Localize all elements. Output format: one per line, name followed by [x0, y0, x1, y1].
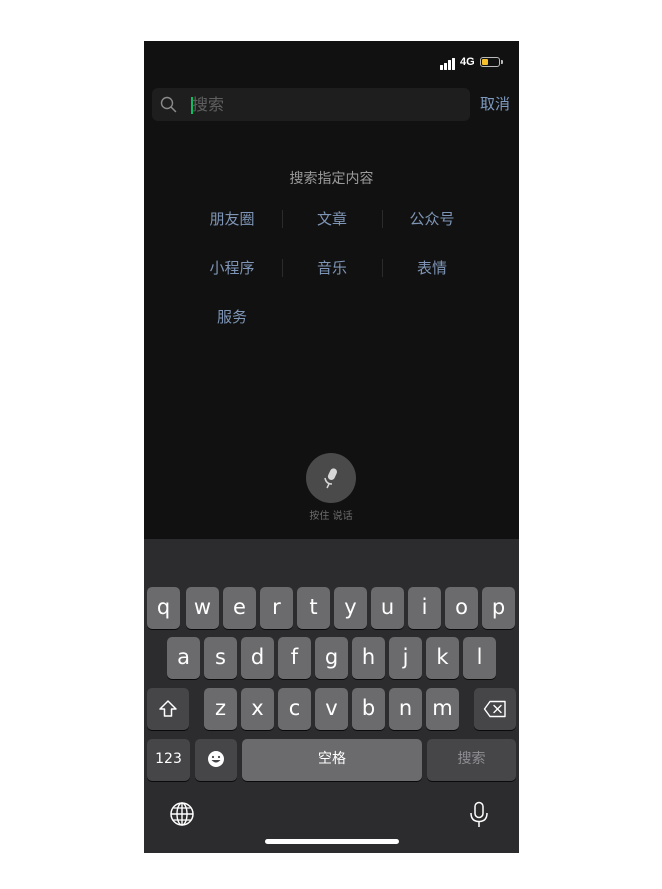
network-type: 4G	[460, 56, 475, 68]
key-e[interactable]: e	[223, 587, 256, 629]
search-scope-heading: 搜索指定内容	[289, 171, 374, 187]
space-key[interactable]: 空格	[242, 739, 422, 781]
key-o[interactable]: o	[445, 587, 478, 629]
scope-articles[interactable]: 文章	[282, 207, 382, 231]
shift-key[interactable]	[147, 688, 189, 730]
scope-official-accounts[interactable]: 公众号	[382, 207, 482, 231]
emoji-key[interactable]	[195, 739, 237, 781]
key-k[interactable]: k	[426, 637, 459, 679]
scope-services[interactable]: 服务	[182, 305, 282, 329]
key-i[interactable]: i	[408, 587, 441, 629]
key-x[interactable]: x	[241, 688, 274, 730]
key-d[interactable]: d	[241, 637, 274, 679]
scope-music[interactable]: 音乐	[282, 256, 382, 280]
key-l[interactable]: l	[463, 637, 496, 679]
search-icon	[160, 96, 177, 113]
key-t[interactable]: t	[297, 587, 330, 629]
microphone-icon	[324, 468, 338, 489]
numbers-key[interactable]: 123	[147, 739, 190, 781]
delete-key[interactable]	[474, 688, 516, 730]
key-s[interactable]: s	[204, 637, 237, 679]
backspace-icon	[483, 700, 506, 718]
search-bar[interactable]	[152, 88, 470, 121]
home-indicator	[265, 839, 399, 844]
signal-icon	[440, 58, 456, 70]
globe-icon[interactable]	[169, 801, 195, 827]
key-h[interactable]: h	[352, 637, 385, 679]
key-j[interactable]: j	[389, 637, 422, 679]
battery-icon	[480, 57, 503, 67]
key-m[interactable]: m	[426, 688, 459, 730]
emoji-icon	[208, 751, 224, 767]
key-a[interactable]: a	[167, 637, 200, 679]
shift-icon	[159, 700, 177, 717]
key-z[interactable]: z	[204, 688, 237, 730]
phone-screen: 4G 取消 搜索指定内容 朋友圈 文章 公众号 小程序 音乐 表情 服务	[144, 41, 519, 853]
hold-to-talk-label: 按住 说话	[309, 511, 353, 522]
key-g[interactable]: g	[315, 637, 348, 679]
key-n[interactable]: n	[389, 688, 422, 730]
dictation-microphone-icon[interactable]	[468, 801, 490, 829]
status-bar: 4G	[144, 41, 519, 85]
key-u[interactable]: u	[371, 587, 404, 629]
key-w[interactable]: w	[186, 587, 219, 629]
key-v[interactable]: v	[315, 688, 348, 730]
battery-level	[482, 59, 488, 65]
key-c[interactable]: c	[278, 688, 311, 730]
search-key[interactable]: 搜索	[427, 739, 516, 781]
scope-mini-programs[interactable]: 小程序	[182, 256, 282, 280]
key-b[interactable]: b	[352, 688, 385, 730]
key-p[interactable]: p	[482, 587, 515, 629]
key-y[interactable]: y	[334, 587, 367, 629]
key-q[interactable]: q	[147, 587, 180, 629]
hold-to-talk-button[interactable]	[306, 453, 356, 503]
scope-moments[interactable]: 朋友圈	[182, 207, 282, 231]
scope-stickers[interactable]: 表情	[382, 256, 482, 280]
key-r[interactable]: r	[260, 587, 293, 629]
key-f[interactable]: f	[278, 637, 311, 679]
search-input[interactable]	[192, 92, 452, 117]
cancel-button[interactable]: 取消	[480, 93, 514, 114]
keyboard: q w e r t y u i o p a s d f g h j k l z …	[144, 539, 519, 853]
